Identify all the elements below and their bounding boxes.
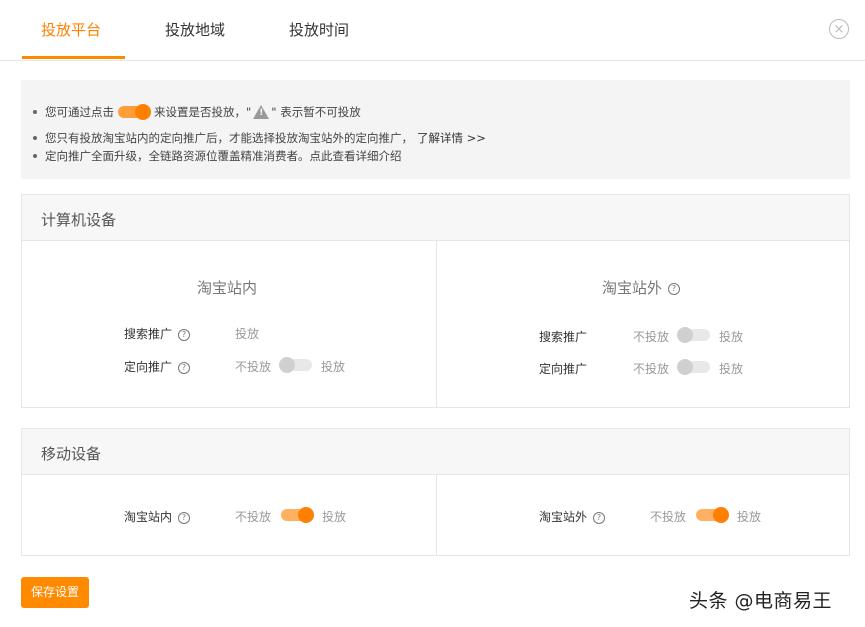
mobile-outside-toggle[interactable] [696,507,729,523]
off-label: 不投放 [235,510,272,524]
notice-line-2: 您只有投放淘宝站内的定向推广后，才能选择投放淘宝站外的定向推广， 了解详情 >> [33,130,486,146]
on-label: 投放 [322,510,347,524]
targeted-promo-label: 定向推广 [539,362,588,376]
off-label: 不投放 [235,360,272,374]
bullet-icon [33,136,37,140]
help-icon[interactable]: ? [178,361,191,374]
off-label: 不投放 [633,362,670,376]
close-icon[interactable]: × [829,19,849,39]
targeted-promo-toggle[interactable] [279,357,312,373]
notice-text: " 表示暂不可投放 [271,105,361,119]
off-label: 不投放 [633,330,670,344]
watermark-text: 头条 @电商易王 [689,590,833,612]
mobile-device-section: 移动设备 淘宝站内? 不投放 投放 淘宝站外? 不投放 投放 [21,428,850,556]
notice-text: 定向推广全面升级，全链路资源位覆盖精准消费者。点此查看详细介绍 [45,149,402,163]
bullet-icon [33,110,37,114]
tab-region[interactable]: 投放地域 [165,19,225,40]
help-icon[interactable]: ? [178,511,191,524]
column-divider [436,475,437,555]
help-icon[interactable]: ? [668,282,681,295]
computer-device-section: 计算机设备 淘宝站内 搜索推广? 投放 定向推广? 不投放 投放 淘宝站外? 搜… [21,194,850,408]
on-label: 投放 [737,510,762,524]
warning-icon: ! [253,105,270,119]
column-title-inside: 淘宝站内 [197,279,258,297]
tab-bar: 投放平台 投放地域 投放时间 × [0,0,865,61]
notice-text: 您可通过点击 [45,105,114,119]
mobile-inside-toggle[interactable] [281,507,314,523]
notice-text: 您只有投放淘宝站内的定向推广后，才能选择投放淘宝站外的定向推广， [45,131,413,145]
section-header: 计算机设备 [22,195,849,241]
search-promo-label: 搜索推广 [539,330,588,344]
help-icon[interactable]: ? [178,328,191,341]
section-title: 计算机设备 [41,211,117,229]
column-title-outside: 淘宝站外? [602,277,681,298]
on-label: 投放 [719,330,744,344]
save-button[interactable]: 保存设置 [21,577,89,608]
on-label: 投放 [321,360,346,374]
tab-time[interactable]: 投放时间 [289,19,349,40]
column-divider [436,241,437,407]
search-promo-label: 搜索推广? [124,325,191,342]
toggle-example-icon [118,104,151,120]
learn-more-link[interactable]: 了解详情 >> [417,130,486,146]
off-label: 不投放 [650,510,687,524]
help-icon[interactable]: ? [593,511,606,524]
bullet-icon [33,154,37,158]
on-label: 投放 [719,362,744,376]
active-tab-indicator [22,56,125,59]
targeted-promo-label: 定向推广? [124,358,191,375]
notice-text: 来设置是否投放，" [154,105,252,119]
section-header: 移动设备 [22,429,849,475]
mobile-inside-label: 淘宝站内? [124,508,191,525]
section-title: 移动设备 [41,445,102,463]
targeted-promo-outside-toggle[interactable] [677,359,710,375]
notice-box: 您可通过点击 来设置是否投放，" ! " 表示暂不可投放 您只有投放淘宝站内的定… [21,80,850,179]
notice-line-3[interactable]: 定向推广全面升级，全链路资源位覆盖精准消费者。点此查看详细介绍 [33,148,402,164]
search-promo-outside-toggle[interactable] [677,327,710,343]
search-promo-status: 投放 [235,327,260,341]
mobile-outside-label: 淘宝站外? [539,508,606,525]
notice-line-1: 您可通过点击 来设置是否投放，" ! " 表示暂不可投放 [33,104,361,120]
tab-platform[interactable]: 投放平台 [41,19,101,40]
